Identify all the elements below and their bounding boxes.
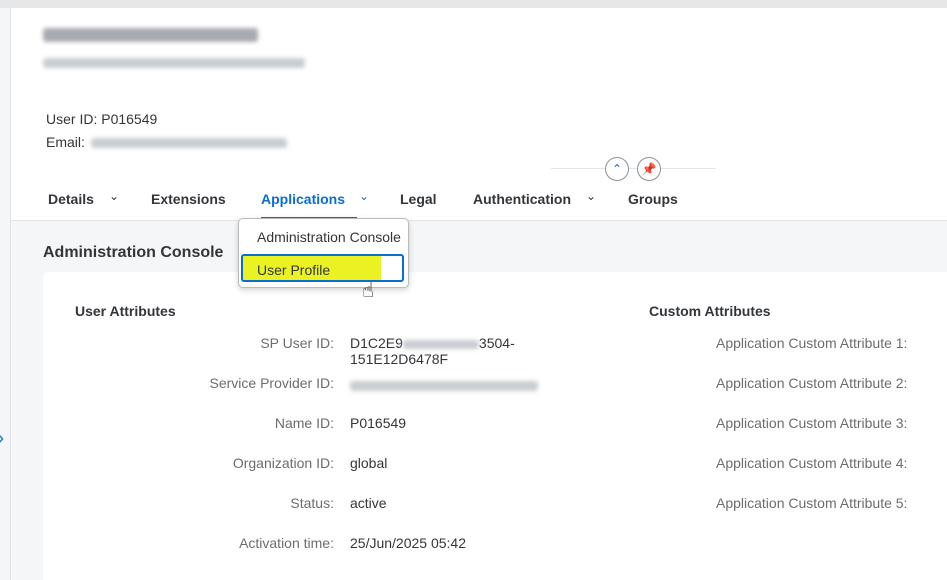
side-panel-edge: ›	[0, 8, 11, 580]
sp-user-id-value-line2: 151E12D6478F	[350, 351, 449, 367]
email-value-redacted	[90, 138, 287, 149]
tab-bar: Details ⌄ Extensions Applications ⌄ Lega…	[11, 185, 947, 220]
activation-time-value: 25/Jun/2025 05:42	[350, 535, 466, 551]
organization-id-label: Organization ID:	[232, 455, 334, 471]
user-id-value: P016549	[101, 111, 158, 127]
user-subtitle-redacted	[43, 58, 305, 68]
collapse-header-button[interactable]: ⌃	[605, 157, 629, 181]
sp-user-id-value-start: D1C2E9	[350, 335, 403, 351]
menu-item-administration-console-label: Administration Console	[257, 229, 401, 245]
chevron-right-icon[interactable]: ›	[0, 428, 4, 449]
chevron-down-icon[interactable]: ⌄	[586, 189, 596, 203]
tab-applications-label: Applications	[261, 191, 346, 207]
status-value: active	[350, 495, 387, 511]
menu-item-administration-console[interactable]: Administration Console	[239, 221, 408, 251]
chevron-up-icon: ⌃	[611, 162, 623, 176]
custom-attribute-3-label: Application Custom Attribute 3:	[716, 415, 908, 431]
custom-attribute-1-label: Application Custom Attribute 1:	[716, 335, 908, 351]
tab-authentication[interactable]: Authentication	[473, 191, 571, 207]
custom-attribute-5-label: Application Custom Attribute 5:	[716, 495, 908, 511]
organization-id-value: global	[350, 455, 388, 471]
email-label: Email:	[46, 134, 85, 150]
top-bar	[0, 0, 947, 8]
section-title: Administration Console	[43, 244, 224, 261]
header-divider	[551, 168, 716, 169]
activation-time-label: Activation time:	[239, 535, 334, 551]
email-line: Email:	[46, 134, 287, 150]
sp-user-id-redacted	[402, 339, 479, 349]
tab-details[interactable]: Details	[48, 191, 94, 207]
tab-extensions-label: Extensions	[151, 191, 226, 207]
tab-legal-label: Legal	[400, 191, 437, 207]
menu-item-user-profile[interactable]: User Profile	[239, 254, 408, 284]
tab-details-label: Details	[48, 191, 94, 207]
custom-attribute-2-label: Application Custom Attribute 2:	[716, 375, 908, 391]
tab-applications[interactable]: Applications	[261, 191, 345, 207]
applications-dropdown-menu: Administration Console User Profile	[238, 218, 409, 288]
service-provider-id-value	[350, 378, 538, 394]
service-provider-id-redacted	[350, 381, 538, 391]
tab-groups[interactable]: Groups	[628, 191, 678, 207]
tab-legal[interactable]: Legal	[400, 191, 437, 207]
user-name-redacted	[43, 28, 258, 42]
custom-attributes-title: Custom Attributes	[649, 303, 771, 319]
pin-header-button[interactable]: 📌	[637, 157, 661, 181]
user-id-label: User ID:	[46, 111, 98, 127]
name-id-value: P016549	[350, 415, 407, 431]
chevron-down-icon[interactable]: ⌄	[359, 189, 369, 203]
user-id-line: User ID: P016549	[46, 111, 157, 127]
tab-extensions[interactable]: Extensions	[151, 191, 226, 207]
custom-attribute-4-label: Application Custom Attribute 4:	[716, 455, 908, 471]
attributes-card: User Attributes Custom Attributes SP Use…	[43, 272, 947, 580]
name-id-label: Name ID:	[274, 415, 334, 431]
chevron-down-icon[interactable]: ⌄	[109, 189, 119, 203]
sp-user-id-label: SP User ID:	[260, 335, 334, 351]
sp-user-id-value-end: 3504-	[478, 335, 515, 351]
pin-icon: 📌	[641, 162, 657, 176]
service-provider-id-label: Service Provider ID:	[209, 375, 334, 391]
menu-item-user-profile-label: User Profile	[257, 262, 331, 278]
sp-user-id-value: D1C2E9 3504- 151E12D6478F	[350, 335, 515, 367]
status-label: Status:	[290, 495, 334, 511]
user-attributes-title: User Attributes	[75, 303, 176, 319]
tab-authentication-label: Authentication	[473, 191, 571, 207]
hand-pointer-icon: ☝	[362, 280, 375, 302]
tab-groups-label: Groups	[628, 191, 678, 207]
